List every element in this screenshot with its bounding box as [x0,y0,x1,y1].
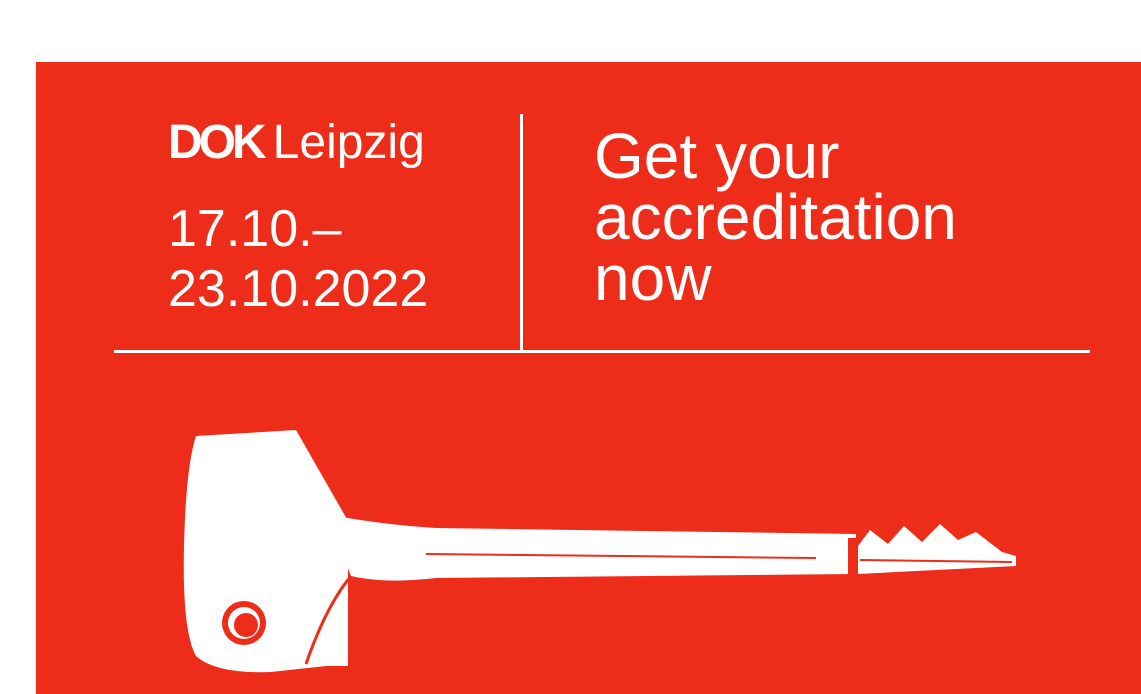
key-hole-core [234,613,258,637]
logo-mark: DOK [168,116,267,169]
logo-city: Leipzig [272,116,425,169]
key-icon [183,430,1016,673]
festival-dates: 17.10.– 23.10.2022 [168,199,428,319]
dates-line-2: 23.10.2022 [168,260,429,318]
headline-line-2: accreditation [594,181,957,253]
dates-line-1: 17.10.– [168,200,342,258]
key-collar [848,538,858,582]
key-blade [858,524,1016,574]
dok-leipzig-logo: DOK Leipzig [168,119,425,167]
key-bow [183,430,348,673]
horizontal-divider [114,350,1090,353]
headline-line-1: Get your [594,120,840,192]
key-shaft [326,514,856,581]
headline-line-3: now [594,242,712,314]
vertical-divider [520,114,523,352]
accreditation-banner[interactable]: DOK Leipzig 17.10.– 23.10.2022 Get your … [36,62,1141,694]
headline: Get your accreditation now [594,120,957,314]
